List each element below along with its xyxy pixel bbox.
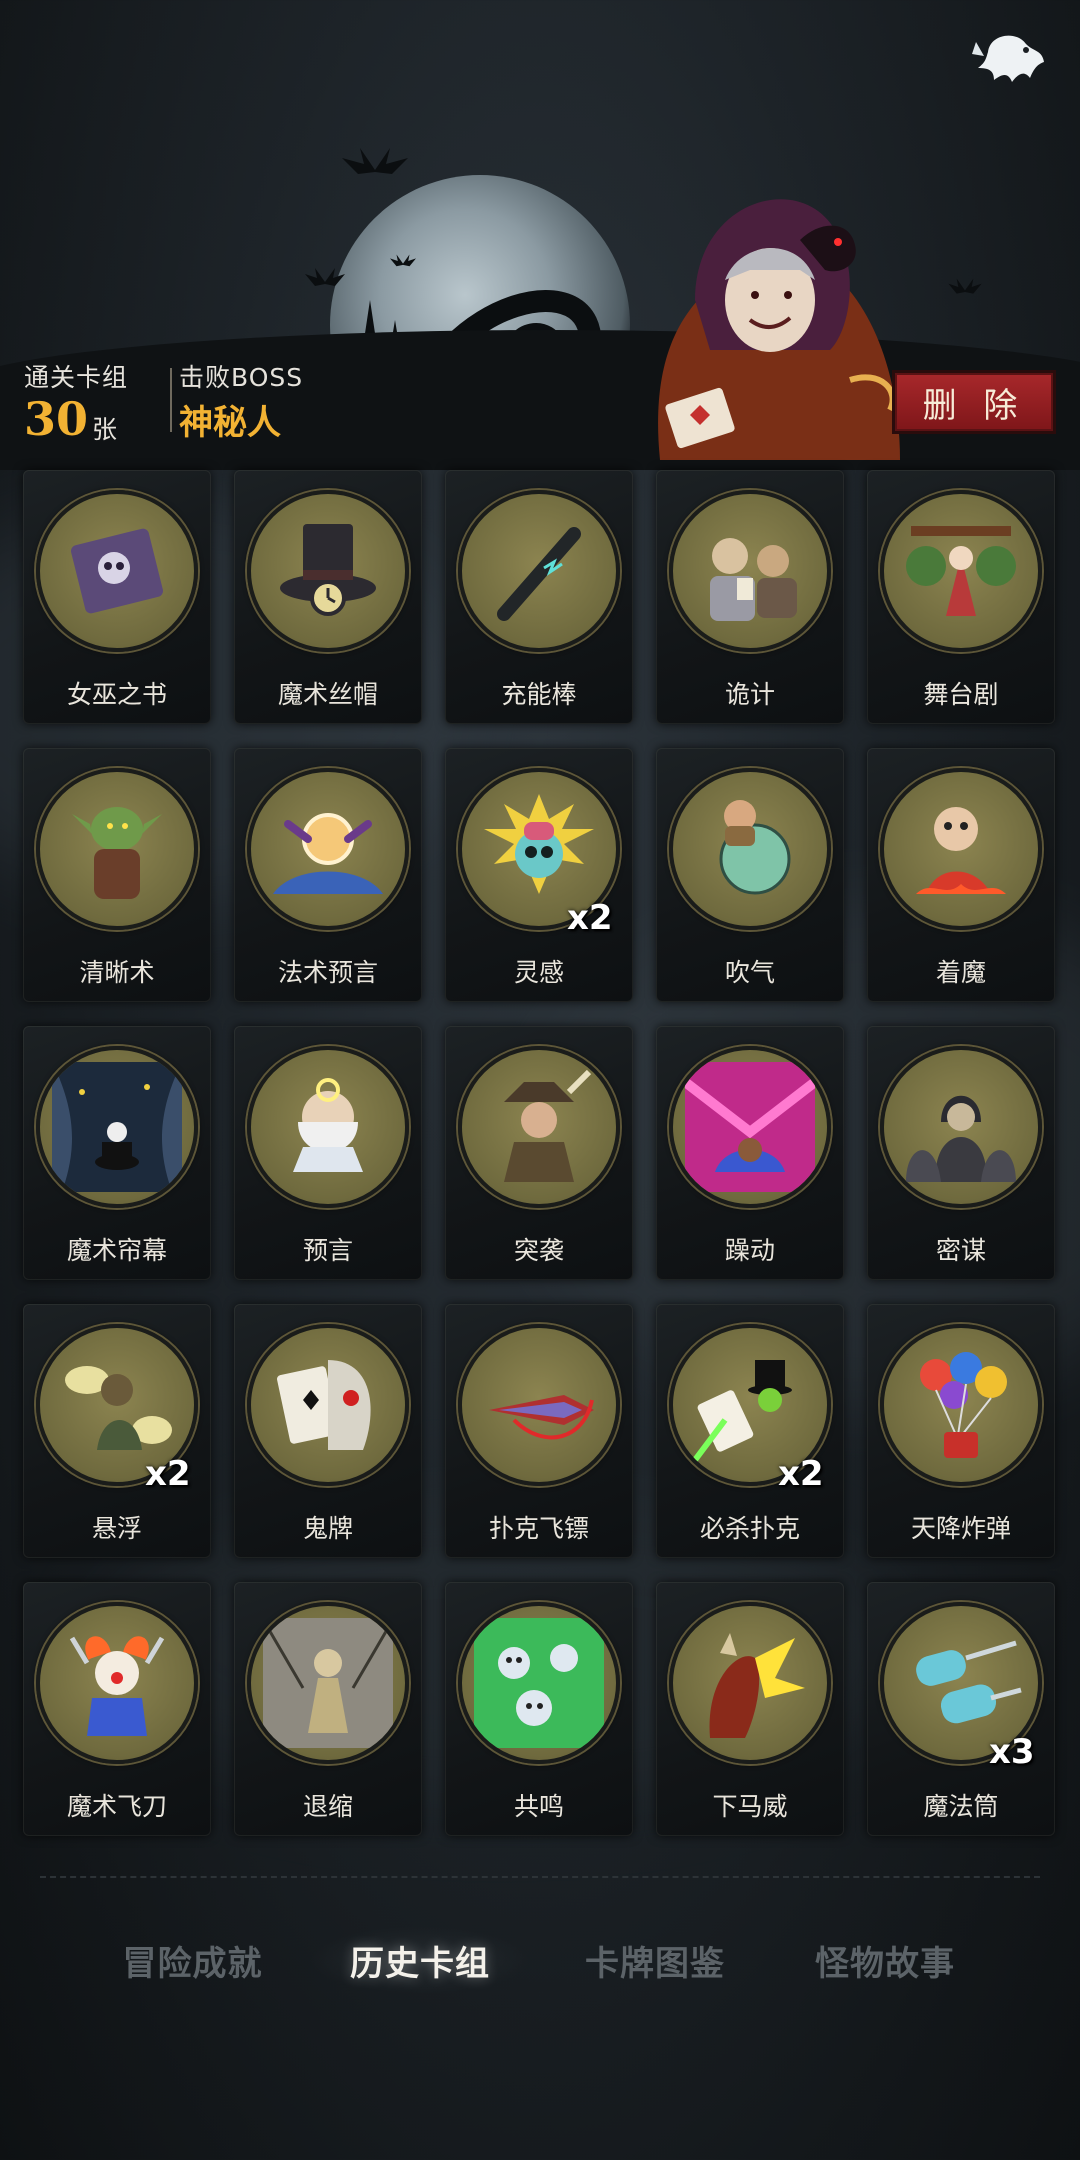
- card-multiplier-badge: x2: [567, 898, 613, 938]
- deck-card[interactable]: 魔术帘幕: [23, 1026, 211, 1280]
- card-name: 躁动: [724, 1236, 775, 1265]
- deck-card[interactable]: 充能棒: [445, 470, 633, 724]
- card-multiplier-badge: x2: [145, 1454, 191, 1494]
- card-name: 灵感: [513, 958, 564, 987]
- stats-divider: [170, 368, 172, 432]
- deck-card[interactable]: 女巫之书: [23, 470, 211, 724]
- card-players-icon: [669, 490, 831, 652]
- deck-card[interactable]: 躁动: [656, 1026, 844, 1280]
- deck-card[interactable]: 共鸣: [445, 1582, 633, 1836]
- bat-icon: [305, 255, 345, 299]
- card-name: 天降炸弹: [910, 1514, 1011, 1543]
- goblin-icon: [36, 768, 198, 930]
- deck-card[interactable]: 清晰术: [23, 748, 211, 1002]
- card-name: 充能棒: [501, 680, 577, 709]
- bottom-tab-bar: 冒险成就 历史卡组 卡牌图鉴 怪物故事: [80, 1920, 1020, 2000]
- card-name: 扑克飞镖: [488, 1514, 589, 1543]
- demon-strike-icon: [669, 1602, 831, 1764]
- card-name: 共鸣: [513, 1792, 564, 1821]
- card-name: 女巫之书: [66, 680, 167, 709]
- card-dart-icon: [458, 1324, 620, 1486]
- card-name: 鬼牌: [302, 1514, 353, 1543]
- tab-history-deck[interactable]: 历史卡组: [310, 1920, 530, 2000]
- tab-monster-stories[interactable]: 怪物故事: [780, 1920, 990, 2000]
- card-name: 吹气: [724, 958, 775, 987]
- deck-card[interactable]: 扑克飞镖: [445, 1304, 633, 1558]
- skull-book-icon: [36, 490, 198, 652]
- tab-card-codex[interactable]: 卡牌图鉴: [550, 1920, 760, 2000]
- card-name: 密谋: [935, 1236, 986, 1265]
- header-banner: 通关卡组 30 张 击败BOSS 神秘人 删 除: [0, 0, 1080, 470]
- deck-card[interactable]: 着魔: [867, 748, 1055, 1002]
- clear-deck-label: 通关卡组: [24, 363, 129, 392]
- green-skulls-icon: [458, 1602, 620, 1764]
- card-name: 魔法筒: [923, 1792, 999, 1821]
- bat-icon: [340, 140, 410, 199]
- hooded-plotters-icon: [880, 1046, 1042, 1208]
- deck-card[interactable]: 预言: [234, 1026, 422, 1280]
- card-name: 悬浮: [91, 1514, 142, 1543]
- deck-card[interactable]: 天降炸弹: [867, 1304, 1055, 1558]
- ambush-icon: [458, 1046, 620, 1208]
- crystal-ball-hands-icon: [247, 768, 409, 930]
- deck-card[interactable]: 灵感 x2: [445, 748, 633, 1002]
- card-name: 预言: [302, 1236, 353, 1265]
- card-name: 下马威: [712, 1792, 788, 1821]
- ghost-icon: [972, 35, 1044, 82]
- deck-card[interactable]: 吹气: [656, 748, 844, 1002]
- curtain-hat-icon: [36, 1046, 198, 1208]
- card-name: 魔术帘幕: [66, 1236, 167, 1265]
- top-hat-clock-icon: [247, 490, 409, 652]
- deck-card[interactable]: 魔术飞刀: [23, 1582, 211, 1836]
- boss-label: 击败BOSS: [179, 363, 304, 392]
- card-name: 魔术飞刀: [66, 1792, 167, 1821]
- card-name: 清晰术: [79, 958, 155, 987]
- deck-card[interactable]: 必杀扑克 x2: [656, 1304, 844, 1558]
- delete-button[interactable]: 删 除: [892, 370, 1056, 434]
- card-name: 魔术丝帽: [277, 680, 378, 709]
- card-name: 必杀扑克: [699, 1514, 800, 1543]
- back-ghost-button[interactable]: [968, 22, 1048, 92]
- bat-icon: [390, 235, 416, 279]
- card-name: 诡计: [724, 680, 775, 709]
- retreat-icon: [247, 1602, 409, 1764]
- deck-card[interactable]: 魔法筒 x3: [867, 1582, 1055, 1836]
- card-name: 退缩: [302, 1792, 353, 1821]
- card-name: 突袭: [513, 1236, 564, 1265]
- possessed-boy-icon: [880, 768, 1042, 930]
- bubble-man-icon: [669, 768, 831, 930]
- section-divider: [40, 1876, 1040, 1878]
- deck-card[interactable]: 密谋: [867, 1026, 1055, 1280]
- deck-card[interactable]: 突袭: [445, 1026, 633, 1280]
- wand-icon: [458, 490, 620, 652]
- deck-card[interactable]: 诡计: [656, 470, 844, 724]
- boss-name: 神秘人: [179, 403, 281, 443]
- card-name: 着魔: [935, 958, 986, 987]
- card-multiplier-badge: x2: [778, 1454, 824, 1494]
- tab-adventure-achievements[interactable]: 冒险成就: [80, 1920, 305, 2000]
- deck-card-grid: 女巫之书 魔术丝帽 充能棒 诡计 舞台剧 清晰术 法术预言 灵感 x2 吹气 着魔 魔术帘幕 预言 突袭躁…: [23, 470, 1057, 1836]
- frenzy-icon: [669, 1046, 831, 1208]
- deck-card[interactable]: 下马威: [656, 1582, 844, 1836]
- clown-knives-icon: [36, 1602, 198, 1764]
- boss-portrait: [658, 199, 900, 460]
- deck-card[interactable]: 法术预言: [234, 748, 422, 1002]
- old-prophet-icon: [247, 1046, 409, 1208]
- card-name: 舞台剧: [923, 680, 999, 709]
- deck-card[interactable]: 鬼牌: [234, 1304, 422, 1558]
- joker-skull-icon: [247, 1324, 409, 1486]
- clear-deck-count: 30: [24, 392, 89, 446]
- deck-card[interactable]: 退缩: [234, 1582, 422, 1836]
- deck-card[interactable]: 舞台剧: [867, 470, 1055, 724]
- stage-play-icon: [880, 490, 1042, 652]
- clear-deck-unit: 张: [92, 415, 118, 444]
- card-multiplier-badge: x3: [989, 1732, 1035, 1772]
- bat-icon: [948, 262, 982, 306]
- card-name: 法术预言: [277, 958, 378, 987]
- deck-card[interactable]: 悬浮 x2: [23, 1304, 211, 1558]
- balloon-bomb-icon: [880, 1324, 1042, 1486]
- deck-card[interactable]: 魔术丝帽: [234, 470, 422, 724]
